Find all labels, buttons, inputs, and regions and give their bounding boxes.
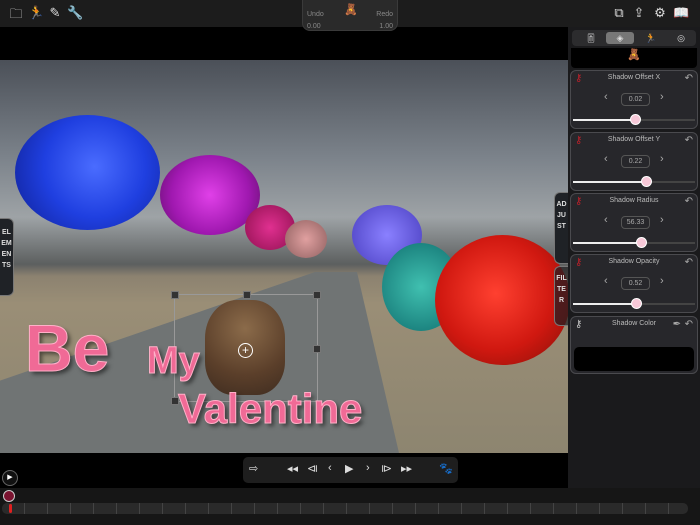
filter-tab[interactable]: FILTER xyxy=(554,266,568,326)
redo-value: 1.00 xyxy=(379,23,393,30)
slider-knob[interactable] xyxy=(636,237,647,248)
selected-element-thumbnail: 🧸 xyxy=(571,48,697,68)
step-back-icon[interactable]: ‹ xyxy=(328,462,332,474)
timeline-track[interactable] xyxy=(2,503,688,514)
undo-redo-control[interactable]: Undo Redo 0.00 1.00 🧸 xyxy=(302,0,398,31)
increment-icon[interactable]: › xyxy=(660,153,664,165)
decrement-icon[interactable]: ‹ xyxy=(604,214,608,226)
pencil-icon[interactable]: ✎ xyxy=(47,5,63,21)
run-icon[interactable]: 🏃 xyxy=(28,5,44,21)
shadow-color-card: ⚷ Shadow Color ✒ ↶ xyxy=(570,316,698,374)
text-valentine[interactable]: Valentine xyxy=(178,385,362,433)
prev-keyframe-icon[interactable]: ⧏ xyxy=(307,462,318,475)
decrement-icon[interactable]: ‹ xyxy=(604,91,608,103)
tab-sliders[interactable]: 🎚 xyxy=(578,32,604,44)
value-field[interactable]: 0.22 xyxy=(621,155,650,168)
record-button[interactable] xyxy=(3,490,15,502)
slider-fill xyxy=(573,181,646,183)
value-field[interactable]: 0.02 xyxy=(621,93,650,106)
slider-fill xyxy=(573,119,635,121)
text-my[interactable]: My xyxy=(147,340,200,383)
play-preview-button[interactable]: ▶ xyxy=(2,470,18,486)
slider-fill xyxy=(573,242,641,244)
reset-icon[interactable]: ↶ xyxy=(685,319,693,330)
value-field[interactable]: 0.52 xyxy=(621,277,650,290)
card-title: Shadow Offset Y xyxy=(571,136,697,143)
share-icon[interactable]: ⇪ xyxy=(631,5,647,21)
peach-rose xyxy=(285,220,327,258)
hierarchy-icon[interactable]: ⧉ xyxy=(611,5,627,21)
slider-card: ⚷ Shadow Radius ↶ ‹ 56.33 › xyxy=(570,193,698,252)
rewind-icon[interactable]: ◂◂ xyxy=(287,462,298,475)
reset-icon[interactable]: ↶ xyxy=(685,73,693,84)
slider-card: ⚷ Shadow Offset Y ↶ ‹ 0.22 › xyxy=(570,132,698,191)
slider-track[interactable] xyxy=(573,242,695,244)
card-title: Shadow Radius xyxy=(571,197,697,204)
export-arrow-icon[interactable]: ⇨ xyxy=(249,462,258,475)
folder-icon[interactable]: 🗀 xyxy=(8,5,24,27)
reset-icon[interactable]: ↶ xyxy=(685,135,693,146)
undo-label[interactable]: Undo xyxy=(307,11,324,18)
book-icon[interactable]: 📖 xyxy=(673,5,689,21)
slider-fill xyxy=(573,303,636,305)
adjust-panel: 🎚 ◈ 🏃 ◎ 🧸 ⚷ Shadow Offset X ↶ ‹ 0.02 › ⚷… xyxy=(568,27,700,488)
resize-handle[interactable] xyxy=(313,345,321,353)
resize-handle[interactable] xyxy=(171,291,179,299)
slider-track[interactable] xyxy=(573,181,695,183)
text-be[interactable]: Be xyxy=(25,310,109,386)
timeline[interactable] xyxy=(0,488,700,525)
move-handle-icon[interactable]: + xyxy=(238,343,253,358)
reset-icon[interactable]: ↶ xyxy=(685,196,693,207)
tab-target[interactable]: ◎ xyxy=(668,32,694,44)
slider-knob[interactable] xyxy=(631,298,642,309)
slider-card: ⚷ Shadow Offset X ↶ ‹ 0.02 › xyxy=(570,70,698,129)
resize-handle[interactable] xyxy=(313,291,321,299)
tab-layers[interactable]: ◈ xyxy=(606,32,634,44)
slider-knob[interactable] xyxy=(630,114,641,125)
step-forward-icon[interactable]: › xyxy=(366,462,370,474)
red-rose xyxy=(435,235,568,365)
next-keyframe-icon[interactable]: ⧐ xyxy=(381,462,392,475)
gear-icon[interactable]: ⚙ xyxy=(652,5,668,21)
slider-track[interactable] xyxy=(573,119,695,121)
elements-tab[interactable]: ELEMENTS xyxy=(0,218,14,296)
bear-thumbnail-icon: 🧸 xyxy=(344,3,358,16)
reset-icon[interactable]: ↶ xyxy=(685,257,693,268)
image-canvas[interactable]: + Be My Valentine ELEMENTS ADJUST FILTER xyxy=(0,60,568,453)
slider-knob[interactable] xyxy=(641,176,652,187)
eyedropper-icon[interactable]: ✒ xyxy=(673,319,681,330)
slider-track[interactable] xyxy=(573,303,695,305)
slider-card: ⚷ Shadow Opacity ↶ ‹ 0.52 › xyxy=(570,254,698,313)
value-field[interactable]: 56.33 xyxy=(621,216,650,229)
decrement-icon[interactable]: ‹ xyxy=(604,275,608,287)
play-icon[interactable]: ▶ xyxy=(345,462,353,475)
wrench-icon[interactable]: 🔧 xyxy=(67,5,83,21)
blue-rose xyxy=(15,115,160,230)
adjust-tab[interactable]: ADJUST xyxy=(554,192,568,264)
fast-forward-icon[interactable]: ▸▸ xyxy=(401,462,412,475)
undo-value: 0.00 xyxy=(307,23,321,30)
resize-handle[interactable] xyxy=(243,291,251,299)
card-title: Shadow Opacity xyxy=(571,258,697,265)
paw-icon[interactable]: 🐾 xyxy=(439,462,453,475)
color-swatch[interactable] xyxy=(574,347,694,371)
increment-icon[interactable]: › xyxy=(660,91,664,103)
decrement-icon[interactable]: ‹ xyxy=(604,153,608,165)
increment-icon[interactable]: › xyxy=(660,214,664,226)
increment-icon[interactable]: › xyxy=(660,275,664,287)
playhead[interactable] xyxy=(9,504,12,513)
card-title: Shadow Offset X xyxy=(571,74,697,81)
redo-label[interactable]: Redo xyxy=(376,11,393,18)
playback-controls: ⇨ ◂◂ ⧏ ‹ ▶ › ⧐ ▸▸ 🐾 xyxy=(243,457,458,483)
panel-tabs: 🎚 ◈ 🏃 ◎ xyxy=(572,30,696,46)
tab-animation[interactable]: 🏃 xyxy=(638,32,664,44)
